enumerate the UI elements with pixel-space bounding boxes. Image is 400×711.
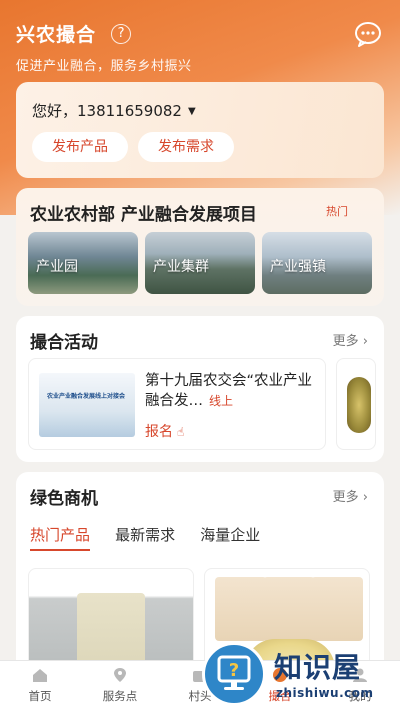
- activities-section: 撮合活动 更多 › 农业产业融合发展线上对接会 第十九届农交会“农业产业融合发……: [16, 316, 384, 462]
- activity-name: 第十九届农交会“农业产业融合发… 线上: [145, 371, 321, 411]
- home-icon: [33, 669, 47, 682]
- nav-label: 服务点: [102, 689, 138, 703]
- tab-enterprises[interactable]: 海量企业: [200, 524, 260, 551]
- hand-pointer-icon: ☝: [177, 425, 185, 439]
- project-tile-industrial-park[interactable]: 产业园: [28, 232, 138, 294]
- publish-demand-button[interactable]: 发布需求: [138, 132, 234, 162]
- tile-label: 产业园: [36, 259, 78, 275]
- market-more-link[interactable]: 更多 ›: [333, 486, 368, 505]
- hot-tag: 热门: [326, 205, 348, 218]
- app-title: 兴农撮合: [16, 24, 97, 46]
- question-monitor-icon: ?: [217, 655, 251, 690]
- app-subtitle: 促进产业融合，服务乡村振兴: [16, 59, 192, 74]
- activities-title: 撮合活动: [30, 333, 98, 353]
- location-icon: [114, 668, 126, 682]
- greeting-text: 您好，13811659082: [32, 102, 182, 120]
- svg-text:?: ?: [229, 660, 239, 681]
- signup-label: 报名: [145, 424, 173, 440]
- tile-label: 产业强镇: [270, 259, 326, 275]
- project-title: 农业农村部 产业融合发展项目: [30, 205, 257, 225]
- project-tile-industry-cluster[interactable]: 产业集群: [145, 232, 255, 294]
- watermark: ? 知识屋 zhishiwu.com: [200, 620, 400, 711]
- tab-hot-products[interactable]: 热门产品: [30, 524, 91, 551]
- app-header: 兴农撮合 ? 促进产业融合，服务乡村振兴: [16, 20, 384, 74]
- signup-button[interactable]: 报名 ☝: [145, 421, 184, 441]
- activity-card-next[interactable]: [336, 358, 376, 450]
- nav-item-service[interactable]: 服务点: [80, 661, 160, 711]
- caret-down-icon: ▼: [187, 106, 196, 117]
- online-tag: 线上: [209, 394, 234, 408]
- project-card: 农业农村部 产业融合发展项目 热门 产业园 产业集群 产业强镇: [16, 188, 384, 306]
- publish-product-button[interactable]: 发布产品: [32, 132, 128, 162]
- project-tile-industry-town[interactable]: 产业强镇: [262, 232, 372, 294]
- message-icon[interactable]: [354, 21, 382, 47]
- watermark-logo: ?: [202, 642, 266, 706]
- tab-latest-demand[interactable]: 最新需求: [115, 524, 175, 551]
- user-greeting[interactable]: 您好，13811659082 ▼: [32, 100, 196, 121]
- market-title: 绿色商机: [30, 489, 98, 509]
- tile-label: 产业集群: [153, 259, 209, 275]
- activity-thumbnail: 农业产业融合发展线上对接会: [39, 373, 135, 437]
- thumbnail-caption: 农业产业融合发展线上对接会: [47, 393, 126, 400]
- nav-item-home[interactable]: 首页: [0, 661, 80, 711]
- help-icon[interactable]: ?: [111, 23, 132, 44]
- product-image: [347, 377, 371, 433]
- watermark-url: zhishiwu.com: [276, 686, 374, 700]
- activities-more-link[interactable]: 更多 ›: [333, 330, 368, 349]
- watermark-title: 知识屋: [274, 651, 362, 684]
- market-tabs: 热门产品 最新需求 海量企业: [30, 524, 280, 552]
- nav-label: 首页: [28, 689, 52, 703]
- user-card: 您好，13811659082 ▼ 发布产品 发布需求: [16, 82, 384, 178]
- activity-card[interactable]: 农业产业融合发展线上对接会 第十九届农交会“农业产业融合发… 线上 报名 ☝: [28, 358, 326, 450]
